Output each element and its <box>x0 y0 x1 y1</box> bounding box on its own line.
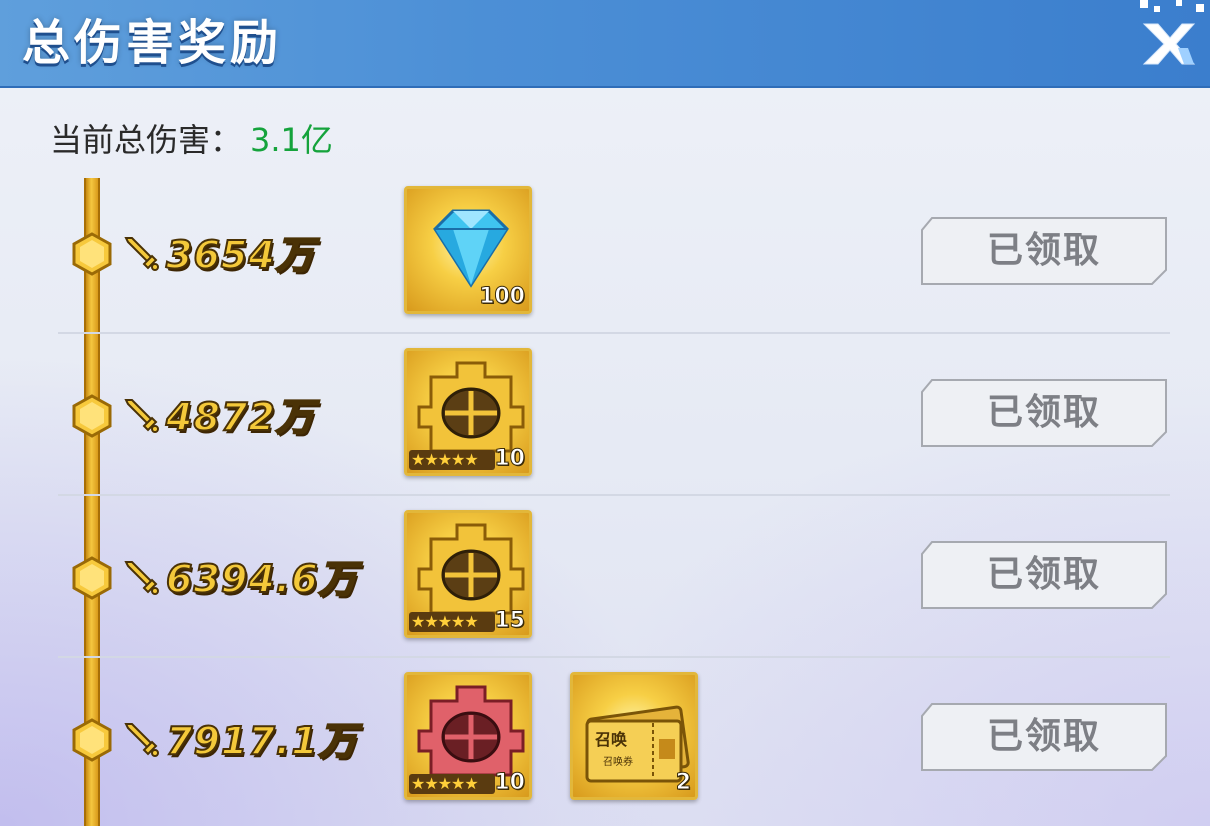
item-count: 2 <box>675 770 691 796</box>
reward-row: 4872万 ★★★★★ 10 已领取 <box>0 336 1210 498</box>
row-divider <box>58 494 1170 496</box>
reward-item[interactable]: 100 <box>404 186 532 314</box>
star-rating: ★★★★★ <box>409 450 495 470</box>
claimed-button[interactable]: 已领取 <box>920 540 1168 610</box>
sword-icon <box>124 561 159 595</box>
current-damage-value: 3.1亿 <box>250 121 333 159</box>
item-count: 10 <box>494 770 526 796</box>
row-divider <box>58 332 1170 334</box>
close-x-icon <box>1142 23 1196 65</box>
claimed-button[interactable]: 已领取 <box>920 702 1168 772</box>
claimed-button-label: 已领取 <box>986 716 1101 757</box>
reward-item[interactable]: 召唤 召唤券 2 <box>570 672 698 800</box>
current-damage-label: 当前总伤害： <box>50 121 243 159</box>
reward-item[interactable]: ★★★★★ 15 <box>404 510 532 638</box>
reward-row: 3654万 100 已领取 <box>0 174 1210 336</box>
header-bar: 总伤害奖励 <box>0 0 1210 88</box>
star-rating: ★★★★★ <box>409 774 495 794</box>
sword-icon <box>124 399 159 433</box>
ticket-title: 召唤 <box>595 730 628 749</box>
milestone-node-icon <box>72 232 112 276</box>
current-total-damage: 当前总伤害： 3.1亿 <box>50 116 333 164</box>
star-rating: ★★★★★ <box>409 612 495 632</box>
item-count: 15 <box>494 608 526 634</box>
claimed-button-label: 已领取 <box>986 392 1101 433</box>
reward-row: 6394.6万 ★★★★★ 15 已领取 <box>0 498 1210 660</box>
sword-icon <box>124 723 159 757</box>
corner-decoration <box>1140 0 1204 12</box>
reward-item[interactable]: ★★★★★ 10 <box>404 672 532 800</box>
ticket-subtitle: 召唤券 <box>603 755 633 768</box>
claimed-button[interactable]: 已领取 <box>920 216 1168 286</box>
damage-threshold: 4872万 <box>165 394 315 440</box>
claimed-button-label: 已领取 <box>986 230 1101 271</box>
damage-threshold: 3654万 <box>165 232 315 278</box>
reward-item[interactable]: ★★★★★ 10 <box>404 348 532 476</box>
item-count: 10 <box>494 446 526 472</box>
row-divider <box>58 656 1170 658</box>
sword-icon <box>124 237 159 271</box>
claimed-button[interactable]: 已领取 <box>920 378 1168 448</box>
milestone-node-icon <box>72 718 112 762</box>
milestone-node-icon <box>72 394 112 438</box>
reward-row: 7917.1万 ★★★★★ 10 召唤 召唤券 2 已领取 <box>0 660 1210 822</box>
close-button[interactable] <box>1138 18 1198 70</box>
page-title: 总伤害奖励 <box>22 15 283 71</box>
item-count: 100 <box>479 284 526 310</box>
claimed-button-label: 已领取 <box>986 554 1101 595</box>
milestone-node-icon <box>72 556 112 600</box>
damage-threshold: 7917.1万 <box>165 718 358 764</box>
damage-threshold: 6394.6万 <box>165 556 358 602</box>
